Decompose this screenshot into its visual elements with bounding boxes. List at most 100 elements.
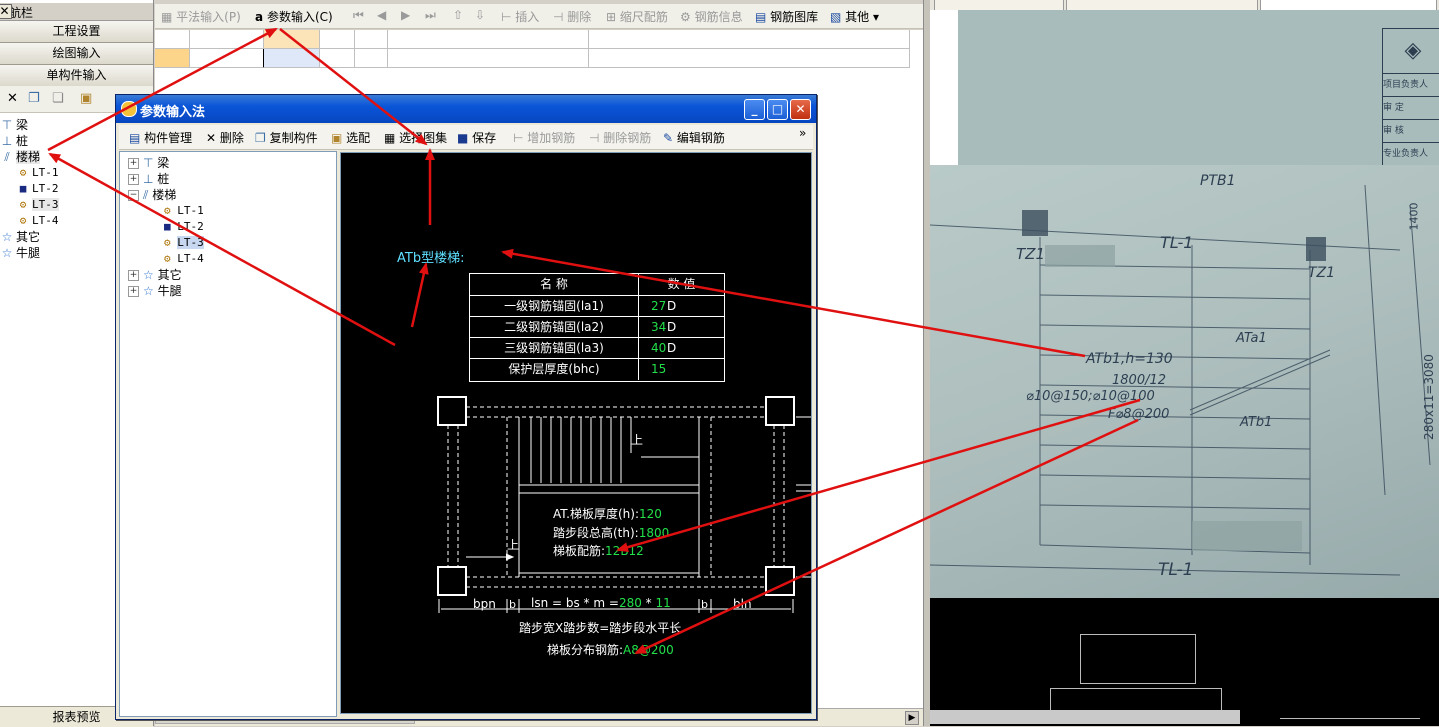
nav-tree-item-lt2[interactable]: ■ LT-2 bbox=[16, 181, 59, 197]
stair-parameter-canvas[interactable]: ATb型楼梯: 名 称 数 值 一级钢筋锚固(la1) 27 D 二级钢筋锚固(l… bbox=[340, 152, 812, 714]
photo-label: 1800/12 bbox=[1112, 373, 1167, 388]
scroll-right-icon[interactable]: ▶ bbox=[905, 711, 919, 725]
photo-label: 280x11=3080 bbox=[1421, 354, 1436, 440]
choose-atlas-button[interactable]: ▦ 选择图集 bbox=[384, 129, 447, 146]
tree-item-lt4[interactable]: ⚙ LT-4 bbox=[164, 251, 204, 267]
minimize-icon[interactable]: _ bbox=[744, 99, 765, 120]
star-icon: ☆ bbox=[1, 246, 13, 260]
insert-button[interactable]: ⊢ 插入 bbox=[501, 8, 539, 25]
tree-item-other[interactable]: + ☆ 其它 bbox=[128, 267, 182, 283]
expand-icon[interactable]: + bbox=[128, 158, 139, 169]
grid-cell[interactable] bbox=[589, 30, 910, 49]
tree-item-beam[interactable]: + ⊤ 梁 bbox=[128, 155, 169, 171]
nav-tree-item-lt1[interactable]: ⚙ LT-1 bbox=[16, 165, 59, 181]
nav-tree-item-pile[interactable]: ⊥ 桩 bbox=[0, 133, 28, 149]
remove-rebar-button[interactable]: ⊣ 删除钢筋 bbox=[589, 129, 651, 146]
nav-tree-item-stair[interactable]: ⫽ 楼梯 bbox=[0, 149, 41, 165]
photo-margin bbox=[930, 10, 958, 165]
grid-cell[interactable] bbox=[190, 49, 265, 68]
component-manage-button[interactable]: ▤ 构件管理 bbox=[129, 129, 192, 146]
grid-cell[interactable] bbox=[388, 49, 589, 68]
thickness-field[interactable]: AT.梯板厚度(h):120 bbox=[553, 505, 662, 522]
paste-icon[interactable]: ❏ bbox=[52, 91, 64, 106]
height-field[interactable]: 踏步段总高(th):1800 bbox=[553, 524, 669, 541]
move-up-icon[interactable]: ⇧ bbox=[453, 8, 463, 22]
expand-icon[interactable]: + bbox=[128, 286, 139, 297]
edit-rebar-icon: ✎ bbox=[663, 131, 674, 145]
prev-record-icon[interactable]: ◀ bbox=[377, 8, 386, 22]
flat-input-button[interactable]: ▦ 平法输入(P) bbox=[161, 8, 241, 25]
stamp-diamond-icon: ◈ bbox=[1383, 29, 1439, 74]
scale-rebar-button[interactable]: ⊞ 缩尺配筋 bbox=[606, 8, 668, 25]
remove-rebar-icon: ⊣ bbox=[589, 131, 600, 145]
grid-cell[interactable] bbox=[264, 49, 320, 68]
clipboard-icon[interactable]: ▣ bbox=[80, 91, 92, 106]
grid-cell[interactable] bbox=[589, 49, 910, 68]
collapse-icon[interactable]: − bbox=[128, 190, 139, 201]
expand-icon[interactable]: + bbox=[128, 174, 139, 185]
first-record-icon[interactable]: ⏮ bbox=[353, 8, 364, 23]
tree-item-lt3[interactable]: ⚙ LT-3 bbox=[164, 235, 204, 251]
toolbar-overflow-icon[interactable]: » bbox=[799, 126, 806, 140]
expand-icon[interactable]: + bbox=[128, 270, 139, 281]
lsn-formula[interactable]: lsn = bs * m =280 * 11 bbox=[531, 596, 671, 610]
other-menu-button[interactable]: ▧ 其他 ▾ bbox=[830, 8, 879, 25]
param-input-button[interactable]: a 参数输入(C) bbox=[255, 8, 333, 25]
nav-tree-item-other[interactable]: ☆ 其它 bbox=[0, 229, 40, 245]
select-config-button[interactable]: ▣ 选配 bbox=[331, 129, 370, 146]
edit-rebar-button[interactable]: ✎ 编辑钢筋 bbox=[663, 129, 725, 146]
grid-cell[interactable] bbox=[355, 49, 388, 68]
nav-tree-item-lt4[interactable]: ⚙ LT-4 bbox=[16, 213, 59, 229]
add-rebar-button[interactable]: ⊢ 增加钢筋 bbox=[513, 129, 575, 146]
close-icon[interactable]: ✕ bbox=[790, 99, 811, 120]
grid-cell[interactable] bbox=[155, 49, 190, 68]
nav-project-settings-button[interactable]: 工程设置 bbox=[0, 21, 153, 43]
nav-tree-item-lt3[interactable]: ⚙ LT-3 bbox=[16, 197, 59, 213]
nav-single-component-button[interactable]: 单构件输入 bbox=[0, 65, 153, 87]
pin-icon[interactable]: ⊥ bbox=[0, 4, 131, 18]
save-icon: ■ bbox=[457, 131, 469, 145]
copy-icon[interactable]: ❐ bbox=[28, 91, 40, 106]
mini-stair-outline bbox=[1280, 688, 1420, 719]
stair-drawing-photo: PTB1 TL-1 TZ1 TZ1 ATb1,h=130 1800/12 ⌀10… bbox=[930, 165, 1439, 598]
move-down-icon[interactable]: ⇩ bbox=[475, 8, 485, 22]
window-splitter[interactable] bbox=[923, 0, 930, 726]
beam-icon: ⊤ bbox=[143, 156, 154, 170]
delete-component-button[interactable]: ✕ 删除 bbox=[206, 129, 244, 146]
nav-drawing-input-button[interactable]: 绘图输入 bbox=[0, 43, 153, 65]
save-button[interactable]: ■ 保存 bbox=[457, 129, 496, 146]
tree-item-lt2[interactable]: ■ LT-2 bbox=[164, 219, 204, 235]
next-record-icon[interactable]: ▶ bbox=[401, 8, 410, 22]
grid-cell[interactable] bbox=[155, 30, 190, 49]
photo-label: ⌀10@150;⌀10@100 bbox=[1026, 389, 1155, 404]
delete-row-button[interactable]: ⊣ 删除 bbox=[553, 8, 591, 25]
close-icon[interactable]: ✕ bbox=[0, 4, 12, 19]
copy-component-button[interactable]: ❐ 复制构件 bbox=[255, 129, 318, 146]
tree-item-pile[interactable]: + ⊥ 桩 bbox=[128, 171, 169, 187]
grid-cell[interactable] bbox=[320, 30, 355, 49]
up-direction-label: 上 bbox=[631, 433, 644, 447]
maximize-icon[interactable]: □ bbox=[767, 99, 788, 120]
dialog-component-tree: + ⊤ 梁 + ⊥ 桩 − ⫽ 楼梯 ⚙ LT-1 ■ LT-2 ⚙ LT-3 ⚙ L… bbox=[119, 151, 337, 717]
distribution-rebar-field[interactable]: 梯板分布钢筋:A8@200 bbox=[547, 641, 674, 658]
dialog-title-bar[interactable]: 参数输入法 _ □ ✕ bbox=[116, 95, 816, 123]
rebar-library-button[interactable]: ▤ 钢筋图库 bbox=[755, 8, 818, 25]
nav-tree-item-beam[interactable]: ⊤ 梁 bbox=[0, 117, 28, 133]
other-icon: ▧ bbox=[830, 10, 842, 24]
dialog-toolbar: ▤ 构件管理 ✕ 删除 ❐ 复制构件 ▣ 选配 ▦ 选择图集 ■ 保存 ⊢ 增加… bbox=[119, 125, 813, 150]
grid-cell[interactable] bbox=[320, 49, 355, 68]
rebar-field[interactable]: 梯板配筋:12B12 bbox=[553, 542, 644, 559]
tree-item-lt1[interactable]: ⚙ LT-1 bbox=[164, 203, 204, 219]
grid-cell[interactable] bbox=[264, 30, 320, 49]
grid-cell[interactable] bbox=[388, 30, 589, 49]
photo-scrollbar bbox=[930, 710, 1240, 724]
rebar-info-button[interactable]: ⚙ 钢筋信息 bbox=[680, 8, 743, 25]
tree-item-stair[interactable]: − ⫽ 楼梯 bbox=[128, 187, 176, 203]
grid-cell[interactable] bbox=[190, 30, 264, 49]
nav-tree-item-corbel[interactable]: ☆ 牛腿 bbox=[0, 245, 40, 261]
grid-cell[interactable] bbox=[355, 30, 388, 49]
last-record-icon[interactable]: ⏭ bbox=[425, 8, 436, 23]
tree-item-corbel[interactable]: + ☆ 牛腿 bbox=[128, 283, 182, 299]
delete-icon[interactable]: ✕ bbox=[7, 91, 18, 106]
up-direction-label: 上 bbox=[507, 538, 520, 552]
